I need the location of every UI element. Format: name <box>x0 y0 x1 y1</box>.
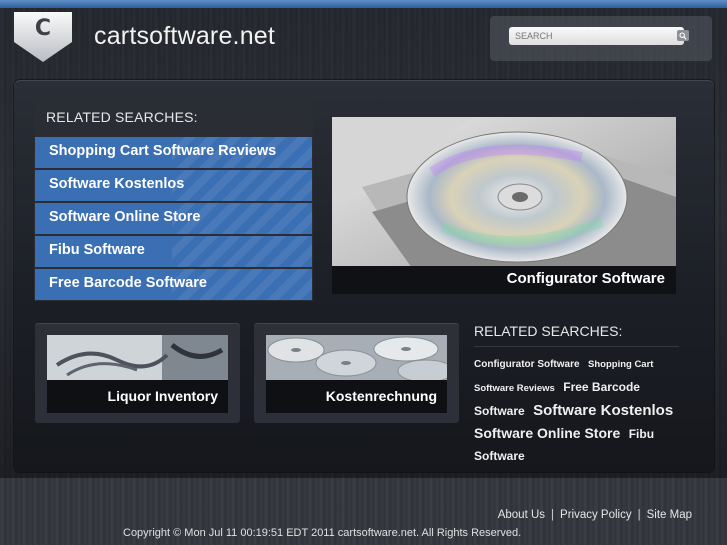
related-link-label[interactable]: Fibu Software <box>49 242 145 258</box>
related-link-label[interactable]: Software Kostenlos <box>49 176 184 192</box>
footer-link-privacy[interactable]: Privacy Policy <box>560 509 632 521</box>
cables-photo <box>47 335 228 380</box>
tag-link[interactable]: Software Online Store <box>474 425 620 441</box>
logo-badge[interactable]: C <box>14 12 72 62</box>
thumbnail-caption-label[interactable]: Liquor Inventory <box>108 388 218 404</box>
search-button[interactable] <box>677 30 689 41</box>
chevron-pattern <box>172 170 312 201</box>
top-accent-bar <box>0 0 727 8</box>
footer-links: About Us | Privacy Policy | Site Map <box>498 509 692 521</box>
related-link-label[interactable]: Free Barcode Software <box>49 275 207 291</box>
logo-letter: C <box>34 16 52 41</box>
side-related-title: RELATED SEARCHES: <box>474 323 623 339</box>
search-icon <box>679 31 687 40</box>
thumbnail-caption[interactable]: Liquor Inventory <box>47 380 228 413</box>
divider <box>474 346 679 347</box>
search-input[interactable] <box>509 27 684 45</box>
separator: | <box>637 509 641 521</box>
related-link-label[interactable]: Software Online Store <box>49 209 200 225</box>
tag-link[interactable]: Software Kostenlos <box>533 402 673 419</box>
thumbnail-image[interactable] <box>266 335 447 380</box>
hero-caption-label[interactable]: Configurator Software <box>507 270 665 287</box>
thumbnail-caption[interactable]: Kostenrechnung <box>266 380 447 413</box>
related-link[interactable]: Fibu Software <box>35 236 312 267</box>
separator: | <box>551 509 555 521</box>
site-title[interactable]: cartsoftware.net <box>94 22 275 51</box>
related-link-label[interactable]: Shopping Cart Software Reviews <box>49 143 276 159</box>
tag-cloud: Configurator Software Shopping Cart Soft… <box>474 352 684 467</box>
related-link[interactable]: Software Online Store <box>35 203 312 234</box>
related-link[interactable]: Free Barcode Software <box>35 269 312 300</box>
thumbnail-caption-label[interactable]: Kostenrechnung <box>326 388 437 404</box>
footer-link-sitemap[interactable]: Site Map <box>647 509 692 521</box>
related-searches-title: RELATED SEARCHES: <box>46 109 198 125</box>
chevron-pattern <box>172 236 312 267</box>
discs-photo <box>266 335 447 380</box>
tag-link[interactable]: Configurator Software <box>474 359 580 370</box>
footer-link-about[interactable]: About Us <box>498 509 545 521</box>
hero-caption[interactable]: Configurator Software <box>332 266 676 294</box>
related-link[interactable]: Shopping Cart Software Reviews <box>35 137 312 168</box>
copyright-text: Copyright © Mon Jul 11 00:19:51 EDT 2011… <box>123 527 522 539</box>
related-link[interactable]: Software Kostenlos <box>35 170 312 201</box>
thumbnail-image[interactable] <box>47 335 228 380</box>
